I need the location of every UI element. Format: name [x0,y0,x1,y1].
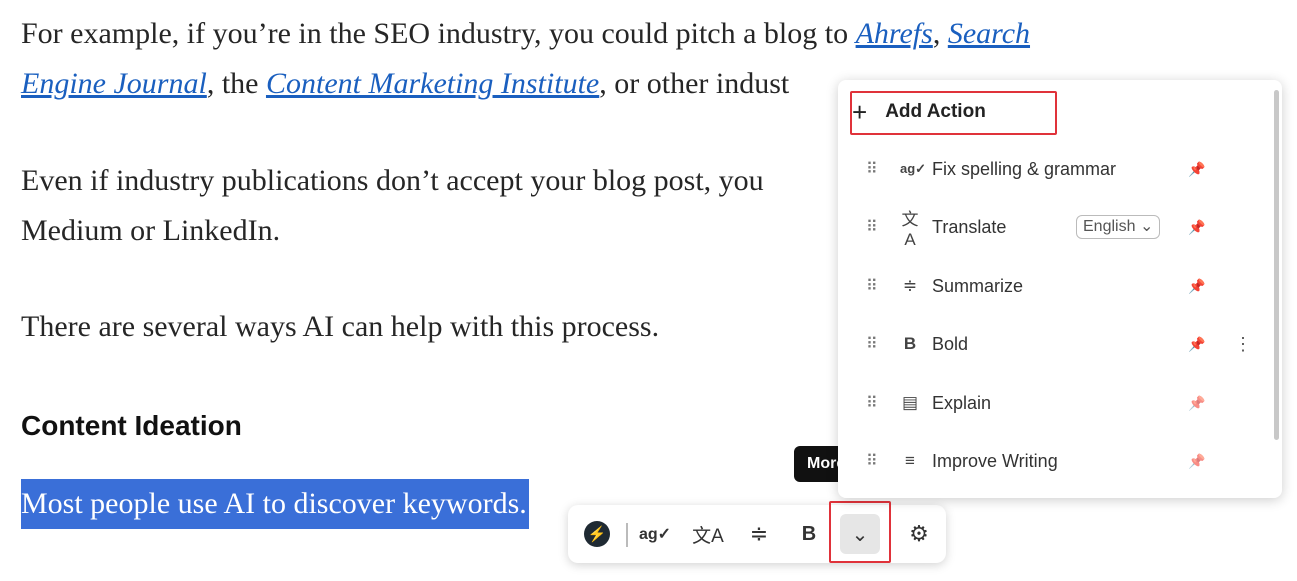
pin-icon[interactable]: 📌 [1188,336,1205,353]
link-search-engine-journal[interactable]: Search [948,17,1030,50]
paragraph-1: For example, if you’re in the SEO indust… [21,9,1030,59]
pin-icon[interactable]: 📌 [1188,161,1205,178]
highlight-box-more [829,501,891,563]
menu-item-label: Explain [932,392,992,413]
gear-icon: ⚙ [909,521,929,546]
menu-item-label: Bold [932,333,969,354]
pin-outline-icon[interactable]: 📌 [1188,453,1205,470]
menu-item-summarize[interactable]: ⠿ ≑ Summarize 📌 [838,257,1268,315]
improve-icon: ≡ [905,451,915,470]
menu-item-label: Summarize [932,275,1024,296]
menu-item-translate[interactable]: ⠿ 文A Translate English ⌄ 📌 [838,198,1268,256]
link-content-marketing-institute[interactable]: Content Marketing Institute [266,67,599,100]
book-icon: ▤ [901,393,919,412]
paragraph-1-line-2: Engine Journal, the Content Marketing In… [21,59,789,109]
summarize-button[interactable]: ≑ [739,514,779,554]
menu-item-improve-writing[interactable]: ⠿ ≡ Improve Writing 📌 [838,432,1268,490]
text: For example, if you’re in the SEO indust… [21,17,856,50]
ai-logo-button[interactable]: ⚡ [577,514,617,554]
menu-item-label: Improve Writing [932,450,1058,471]
toolbar-divider [626,523,628,547]
translate-icon: 文A [901,209,919,249]
drag-handle-icon[interactable]: ⠿ [866,451,878,471]
bold-button[interactable]: B [789,514,829,554]
drag-handle-icon[interactable]: ⠿ [866,217,878,237]
highlight-box-add-action [850,91,1057,135]
drag-handle-icon[interactable]: ⠿ [866,276,878,296]
section-heading: Content Ideation [21,410,242,441]
menu-item-fix-spelling[interactable]: ⠿ ag✓ Fix spelling & grammar 📌 [838,140,1268,198]
translate-button[interactable]: 文A [688,514,728,554]
link-search-engine-journal-cont[interactable]: Engine Journal [21,67,207,100]
drag-handle-icon[interactable]: ⠿ [866,393,878,413]
spellcheck-icon: ag✓ [638,526,672,543]
link-ahrefs[interactable]: Ahrefs [856,17,933,50]
drag-handle-icon[interactable]: ⠿ [866,159,878,179]
bold-icon: B [903,334,917,353]
lightning-icon: ⚡ [584,521,610,547]
language-select[interactable]: English ⌄ [1076,215,1161,239]
pin-icon[interactable]: 📌 [1188,278,1205,295]
text: , the [206,67,266,100]
text: , [932,17,948,50]
paragraph-3: There are several ways AI can help with … [21,310,660,343]
pin-icon[interactable]: 📌 [1188,219,1205,236]
drag-handle-icon[interactable]: ⠿ [866,334,878,354]
text: , or other indust [599,67,790,100]
actions-menu: + Add Action ⠿ ag✓ Fix spelling & gramma… [838,80,1282,498]
spellcheck-icon: ag✓ [900,161,927,176]
selected-text[interactable]: Most people use AI to discover keywords. [21,479,529,529]
paragraph-2: Even if industry publications don’t acce… [21,164,764,197]
pin-outline-icon[interactable]: 📌 [1188,395,1205,412]
settings-button[interactable]: ⚙ [899,514,939,554]
paragraph-2-line-2: Medium or LinkedIn. [21,214,281,247]
summarize-icon: ≑ [749,521,769,546]
menu-item-explain[interactable]: ⠿ ▤ Explain 📌 [838,374,1268,432]
menu-scrollbar[interactable] [1274,90,1279,440]
menu-item-label: Translate [932,216,1007,237]
menu-item-bold[interactable]: ⠿ B Bold 📌 ⋮ [838,315,1268,373]
chevron-down-icon: ⌄ [1139,218,1154,235]
more-options-icon[interactable]: ⋮ [1234,334,1252,355]
spellcheck-button[interactable]: ag✓ [635,514,675,554]
menu-item-label: Fix spelling & grammar [932,158,1117,179]
bold-icon: B [801,522,817,545]
translate-icon: 文A [692,525,724,547]
language-value: English [1083,218,1136,235]
summarize-icon: ≑ [902,276,918,295]
